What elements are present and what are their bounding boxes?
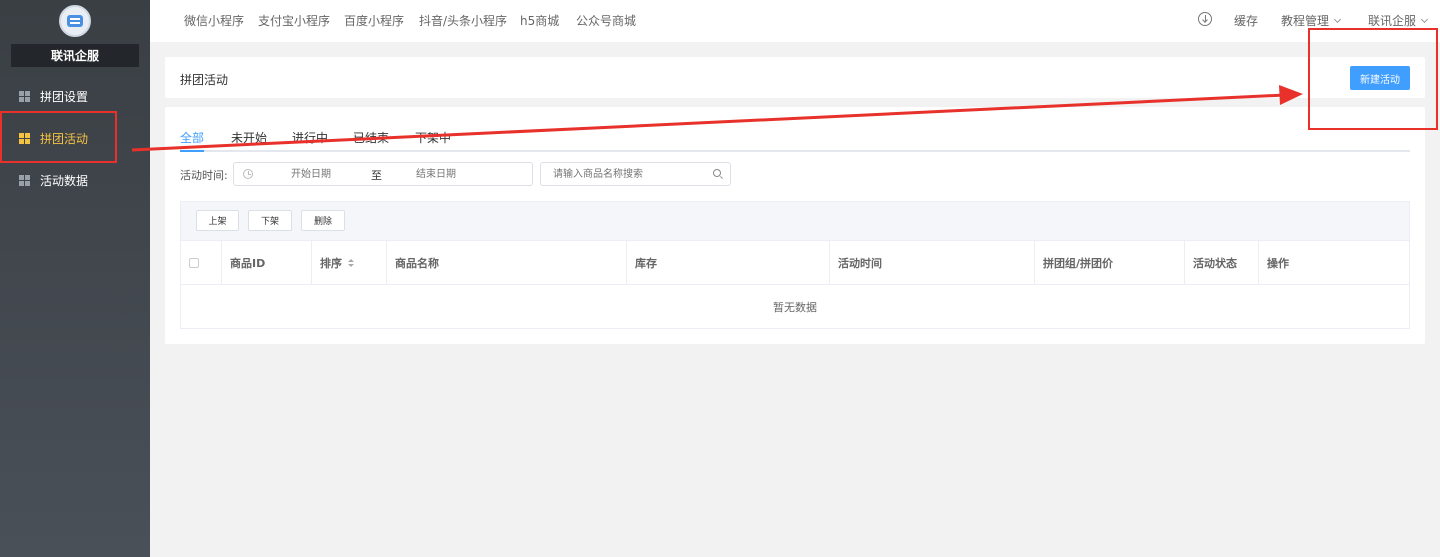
tutorial-menu-label: 教程管理: [1281, 14, 1330, 28]
sidebar-item-label: 活动数据: [40, 173, 89, 188]
product-search[interactable]: [540, 162, 731, 186]
tab-not-started[interactable]: 未开始: [231, 129, 267, 152]
end-date-input[interactable]: [386, 167, 486, 181]
column-actions: 操作: [1267, 256, 1289, 270]
table-header: 商品ID 排序 商品名称 库存 活动时间 拼团组/拼团价 活动状态 操作: [181, 240, 1409, 285]
top-link-wechat-miniprogram[interactable]: 微信小程序: [184, 12, 244, 29]
page-header: 拼团活动 新建活动: [165, 57, 1425, 98]
tab-all[interactable]: 全部: [180, 129, 205, 152]
account-menu[interactable]: 联讯企服: [1368, 12, 1429, 29]
column-activity-time: 活动时间: [830, 241, 1035, 284]
main-panel: 全部 未开始 进行中 已结束 下架中 活动时间: 至 上架 下架 删除 商品ID…: [165, 107, 1425, 344]
tab-in-progress[interactable]: 进行中: [292, 129, 328, 152]
search-input[interactable]: [553, 167, 703, 181]
sidebar-item-group-settings[interactable]: 拼团设置: [0, 85, 150, 107]
download-icon[interactable]: [1198, 12, 1212, 26]
top-link-alipay-miniprogram[interactable]: 支付宝小程序: [258, 12, 330, 29]
select-all-checkbox[interactable]: [189, 257, 199, 268]
tab-ended[interactable]: 已结束: [353, 129, 389, 152]
page-title: 拼团活动: [180, 73, 229, 87]
tutorial-menu[interactable]: 教程管理: [1281, 12, 1342, 29]
activity-time-label: 活动时间:: [180, 169, 228, 182]
product-table: 上架 下架 删除 商品ID 排序 商品名称 库存 活动时间 拼团组/拼团价 活动…: [180, 201, 1410, 329]
cache-link[interactable]: 缓存: [1234, 12, 1258, 29]
clock-icon: [243, 169, 253, 179]
start-date-input[interactable]: [261, 167, 361, 181]
search-icon[interactable]: [713, 169, 721, 177]
chevron-down-icon: [1333, 15, 1342, 24]
top-link-official-account-mall[interactable]: 公众号商城: [576, 12, 636, 29]
date-range-picker[interactable]: 至: [233, 162, 533, 186]
grid-icon: [19, 174, 30, 186]
date-range-separator: 至: [371, 169, 382, 182]
unshelve-button[interactable]: 下架: [248, 210, 292, 231]
grid-icon: [19, 90, 30, 102]
column-product-id: 商品ID: [222, 241, 312, 284]
top-link-baidu-miniprogram[interactable]: 百度小程序: [344, 12, 404, 29]
annotation-box-new-button: [1308, 28, 1438, 130]
sidebar-item-label: 拼团设置: [40, 89, 89, 104]
sort-icon[interactable]: [348, 258, 354, 267]
logo-icon: [59, 5, 91, 37]
top-link-douyin-miniprogram[interactable]: 抖音/头条小程序: [419, 12, 507, 29]
column-group-price: 拼团组/拼团价: [1035, 241, 1185, 284]
account-menu-label: 联讯企服: [1368, 14, 1417, 28]
column-product-name: 商品名称: [387, 241, 627, 284]
shelve-button[interactable]: 上架: [196, 210, 239, 231]
table-toolbar: 上架 下架 删除: [181, 202, 1409, 240]
annotation-box-sidebar: [0, 111, 117, 163]
sidebar: 联讯企服 拼团设置 拼团活动 活动数据: [0, 0, 150, 557]
brand-name: 联讯企服: [11, 44, 139, 67]
select-all-cell: [181, 241, 222, 284]
chevron-down-icon: [1420, 15, 1429, 24]
top-link-h5-mall[interactable]: h5商城: [520, 12, 559, 29]
tab-off-shelf[interactable]: 下架中: [415, 129, 451, 152]
column-stock: 库存: [627, 241, 830, 284]
column-activity-status: 活动状态: [1185, 241, 1259, 284]
sidebar-item-activity-data[interactable]: 活动数据: [0, 169, 150, 191]
delete-button[interactable]: 删除: [301, 210, 345, 231]
column-sort[interactable]: 排序: [312, 241, 387, 284]
status-tabs: 全部 未开始 进行中 已结束 下架中: [180, 129, 1410, 152]
column-sort-label: 排序: [320, 256, 342, 270]
top-bar: 微信小程序 支付宝小程序 百度小程序 抖音/头条小程序 h5商城 公众号商城 缓…: [150, 0, 1440, 42]
empty-state: 暂无数据: [773, 300, 817, 314]
